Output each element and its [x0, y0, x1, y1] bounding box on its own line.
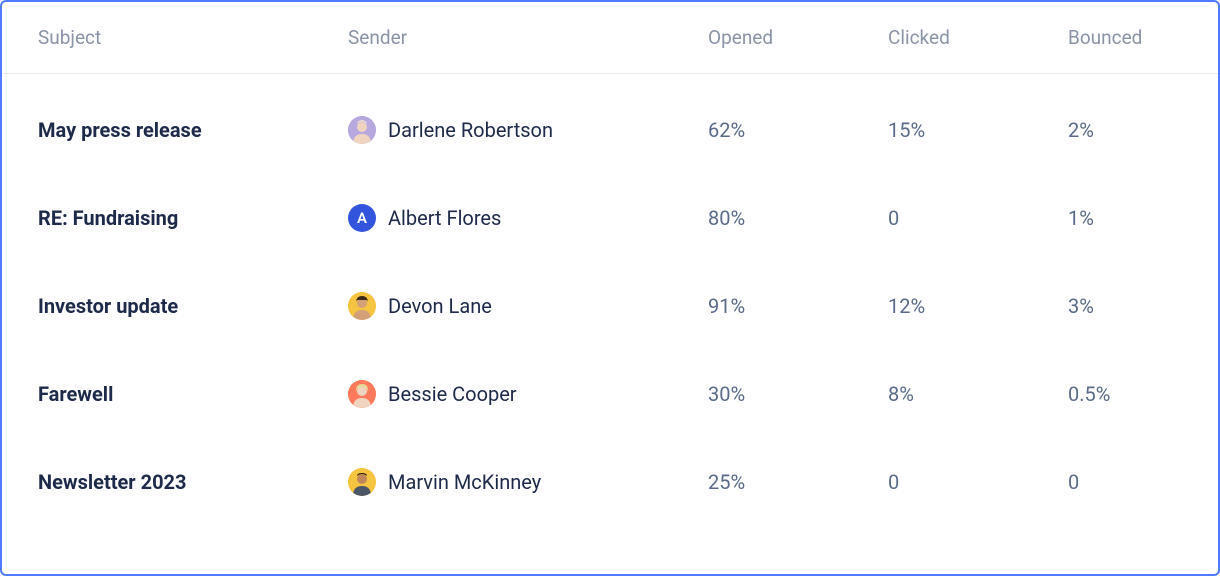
avatar-photo-icon [348, 116, 376, 144]
subject-cell: Investor update [38, 294, 348, 318]
table-body: May press release Darlene Robertson 62% … [2, 74, 1218, 526]
email-metrics-table: Subject Sender Opened Clicked Bounced Ma… [0, 0, 1220, 576]
sender-name: Albert Flores [388, 206, 501, 230]
header-clicked: Clicked [888, 26, 1068, 49]
table-row[interactable]: May press release Darlene Robertson 62% … [2, 86, 1218, 174]
sender-cell: Bessie Cooper [348, 380, 708, 408]
opened-cell: 91% [708, 294, 888, 318]
bounced-cell: 0.5% [1068, 382, 1220, 406]
opened-cell: 80% [708, 206, 888, 230]
avatar-photo-icon [348, 292, 376, 320]
sender-cell: Darlene Robertson [348, 116, 708, 144]
opened-cell: 62% [708, 118, 888, 142]
header-sender: Sender [348, 26, 708, 49]
subject-cell: Farewell [38, 382, 348, 406]
clicked-cell: 12% [888, 294, 1068, 318]
opened-cell: 30% [708, 382, 888, 406]
avatar-photo-icon [348, 380, 376, 408]
avatar: A [348, 204, 376, 232]
sender-name: Darlene Robertson [388, 118, 553, 142]
opened-cell: 25% [708, 470, 888, 494]
avatar-letter: A [357, 209, 367, 227]
avatar [348, 380, 376, 408]
bounced-cell: 1% [1068, 206, 1220, 230]
header-subject: Subject [38, 26, 348, 49]
sender-cell: Marvin McKinney [348, 468, 708, 496]
avatar [348, 468, 376, 496]
sender-name: Marvin McKinney [388, 470, 541, 494]
bounced-cell: 0 [1068, 470, 1220, 494]
table-row[interactable]: Farewell Bessie Cooper 30% 8% 0.5% [2, 350, 1218, 438]
bounced-cell: 3% [1068, 294, 1220, 318]
avatar [348, 292, 376, 320]
clicked-cell: 0 [888, 470, 1068, 494]
avatar [348, 116, 376, 144]
sender-name: Devon Lane [388, 294, 492, 318]
table-row[interactable]: Investor update Devon Lane 91% 12% 3% [2, 262, 1218, 350]
subject-cell: RE: Fundraising [38, 206, 348, 230]
clicked-cell: 0 [888, 206, 1068, 230]
bounced-cell: 2% [1068, 118, 1220, 142]
sender-cell: Devon Lane [348, 292, 708, 320]
clicked-cell: 15% [888, 118, 1068, 142]
header-bounced: Bounced [1068, 26, 1220, 49]
subject-cell: May press release [38, 118, 348, 142]
header-opened: Opened [708, 26, 888, 49]
table-row[interactable]: RE: Fundraising A Albert Flores 80% 0 1% [2, 174, 1218, 262]
sender-cell: A Albert Flores [348, 204, 708, 232]
subject-cell: Newsletter 2023 [38, 470, 348, 494]
sender-name: Bessie Cooper [388, 382, 517, 406]
clicked-cell: 8% [888, 382, 1068, 406]
avatar-photo-icon [348, 468, 376, 496]
table-header: Subject Sender Opened Clicked Bounced [2, 2, 1218, 74]
table-row[interactable]: Newsletter 2023 Marvin McKinney 25% 0 0 [2, 438, 1218, 526]
